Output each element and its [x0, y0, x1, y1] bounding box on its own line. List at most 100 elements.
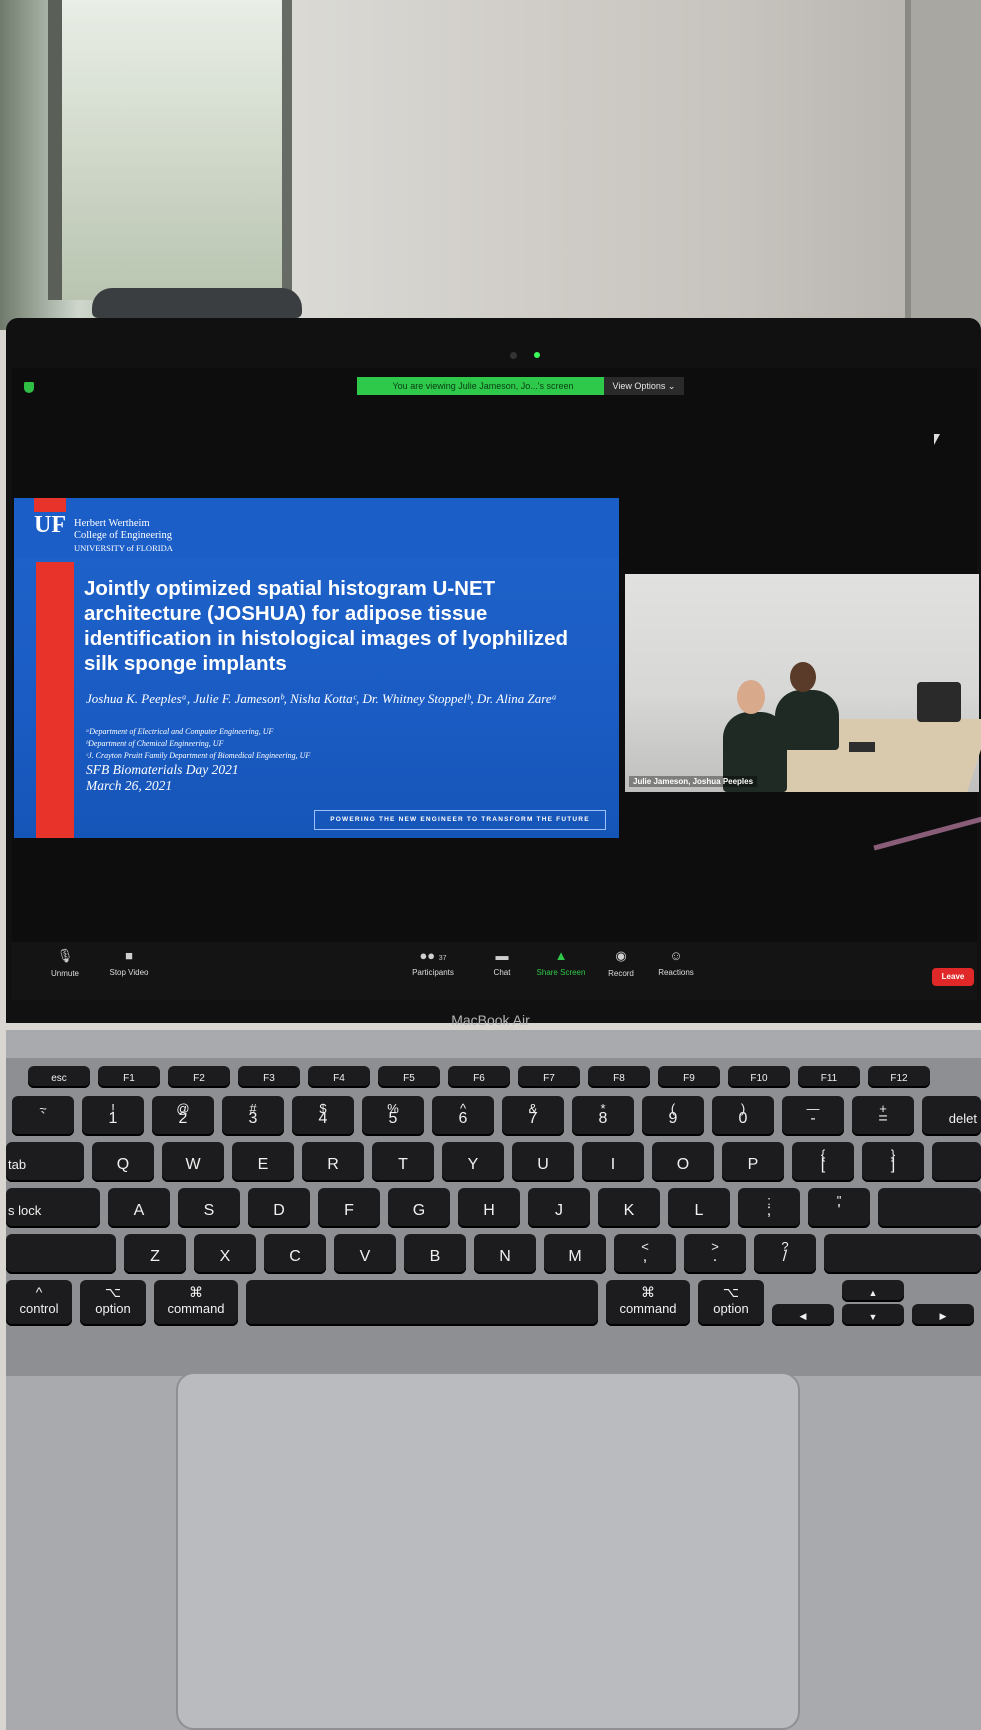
key-8[interactable]: * 8 — [572, 1096, 634, 1136]
key-equals[interactable]: + = — [852, 1096, 914, 1136]
share-screen-button[interactable]: ▲ Share Screen — [530, 942, 592, 977]
key-caps-lock[interactable]: s lock — [6, 1188, 100, 1228]
key-slash[interactable]: ? / — [754, 1234, 816, 1274]
key-f8[interactable]: F8 — [588, 1066, 650, 1088]
key-l[interactable]: L — [668, 1188, 730, 1228]
participant-video[interactable]: Julie Jameson, Joshua Peeples — [625, 574, 981, 792]
key-f[interactable]: F — [318, 1188, 380, 1228]
unmute-button[interactable]: 🎙 Unmute — [40, 942, 90, 978]
shield-icon[interactable] — [24, 382, 34, 393]
key-d[interactable]: D — [248, 1188, 310, 1228]
participants-button[interactable]: ●● 37 Participants — [400, 942, 466, 977]
key-shift-left[interactable] — [6, 1234, 116, 1274]
key-backslash[interactable] — [932, 1142, 981, 1182]
key-semicolon[interactable]: :; — [738, 1188, 800, 1228]
key-k[interactable]: K — [598, 1188, 660, 1228]
key-e[interactable]: E — [232, 1142, 294, 1182]
key-w[interactable]: W — [162, 1142, 224, 1182]
key-return[interactable] — [878, 1188, 981, 1228]
key-right-bracket[interactable]: }] — [862, 1142, 924, 1182]
reactions-button[interactable]: ☺ Reactions — [650, 942, 702, 977]
key-arrow-left[interactable]: ◀ — [772, 1304, 834, 1326]
key-a[interactable]: A — [108, 1188, 170, 1228]
key-minus[interactable]: — - — [782, 1096, 844, 1136]
key-o[interactable]: O — [652, 1142, 714, 1182]
key-s[interactable]: S — [178, 1188, 240, 1228]
key-space[interactable] — [246, 1280, 598, 1326]
trackpad[interactable] — [176, 1372, 800, 1730]
key-6[interactable]: ^ 6 — [432, 1096, 494, 1136]
key-f3[interactable]: F3 — [238, 1066, 300, 1088]
key-f11[interactable]: F11 — [798, 1066, 860, 1088]
key-7[interactable]: & 7 — [502, 1096, 564, 1136]
key-z[interactable]: Z — [124, 1234, 186, 1274]
key-command-left[interactable]: ⌘ command — [154, 1280, 238, 1326]
key-b[interactable]: B — [404, 1234, 466, 1274]
key-arrow-down[interactable]: ▼ — [842, 1304, 904, 1326]
chat-button[interactable]: ▬ Chat — [482, 942, 522, 977]
key-3[interactable]: #3 — [222, 1096, 284, 1136]
key-1[interactable]: ! 1 — [82, 1096, 144, 1136]
key-control[interactable]: ^ control — [6, 1280, 72, 1326]
macbook-label: MacBook Air — [451, 1012, 530, 1028]
stop-video-button[interactable]: ■ Stop Video — [98, 942, 160, 977]
key-f2[interactable]: F2 — [168, 1066, 230, 1088]
key-f12[interactable]: F12 — [868, 1066, 930, 1088]
key-left-bracket[interactable]: {[ — [792, 1142, 854, 1182]
key-5[interactable]: % 5 — [362, 1096, 424, 1136]
participants-label: Participants — [412, 968, 454, 977]
key-t[interactable]: T — [372, 1142, 434, 1182]
key-label: control — [19, 1301, 59, 1316]
key-f1[interactable]: F1 — [98, 1066, 160, 1088]
key-j[interactable]: J — [528, 1188, 590, 1228]
key-4[interactable]: $4 — [292, 1096, 354, 1136]
key-esc[interactable]: esc — [28, 1066, 90, 1088]
key-n[interactable]: N — [474, 1234, 536, 1274]
key-f6[interactable]: F6 — [448, 1066, 510, 1088]
key-command-right[interactable]: ⌘ command — [606, 1280, 690, 1326]
key-option-right[interactable]: ⌥ option — [698, 1280, 764, 1326]
key-tab[interactable]: tab — [6, 1142, 84, 1182]
key-arrow-right[interactable]: ▶ — [912, 1304, 974, 1326]
key-i[interactable]: I — [582, 1142, 644, 1182]
key-r[interactable]: R — [302, 1142, 364, 1182]
key-f4[interactable]: F4 — [308, 1066, 370, 1088]
key-backtick[interactable]: ~ ` — [12, 1096, 74, 1136]
key-label: F — [344, 1202, 354, 1219]
key-comma[interactable]: <, — [614, 1234, 676, 1274]
key-y[interactable]: Y — [442, 1142, 504, 1182]
key-period[interactable]: >. — [684, 1234, 746, 1274]
record-button[interactable]: ◉ Record — [600, 942, 642, 978]
key-2[interactable]: @2 — [152, 1096, 214, 1136]
leave-button[interactable]: Leave — [932, 968, 974, 986]
share-screen-icon: ▲ — [554, 948, 568, 963]
view-options-button[interactable]: View Options ⌄ — [604, 377, 684, 395]
key-0[interactable]: ) 0 — [712, 1096, 774, 1136]
key-shift-right[interactable] — [824, 1234, 981, 1274]
key-f9[interactable]: F9 — [658, 1066, 720, 1088]
key-u[interactable]: U — [512, 1142, 574, 1182]
key-q[interactable]: Q — [92, 1142, 154, 1182]
key-c[interactable]: C — [264, 1234, 326, 1274]
key-quote[interactable]: " ' — [808, 1188, 870, 1228]
key-v[interactable]: V — [334, 1234, 396, 1274]
key-arrow-up[interactable]: ▲ — [842, 1280, 904, 1302]
shared-slide: UF Herbert Wertheim College of Engineeri… — [14, 498, 619, 838]
unmute-label: Unmute — [50, 969, 79, 978]
background-sofa — [92, 288, 302, 318]
key-f5[interactable]: F5 — [378, 1066, 440, 1088]
video-chair — [917, 682, 961, 722]
key-delete[interactable]: delet — [922, 1096, 981, 1136]
key-9[interactable]: (9 — [642, 1096, 704, 1136]
key-g[interactable]: G — [388, 1188, 450, 1228]
key-x[interactable]: X — [194, 1234, 256, 1274]
key-f10[interactable]: F10 — [728, 1066, 790, 1088]
key-label: Z — [150, 1248, 160, 1265]
key-h[interactable]: H — [458, 1188, 520, 1228]
key-option-left[interactable]: ⌥ option — [80, 1280, 146, 1326]
key-label: = — [878, 1110, 888, 1127]
key-p[interactable]: P — [722, 1142, 784, 1182]
chat-label: Chat — [493, 968, 511, 977]
key-m[interactable]: M — [544, 1234, 606, 1274]
key-f7[interactable]: F7 — [518, 1066, 580, 1088]
